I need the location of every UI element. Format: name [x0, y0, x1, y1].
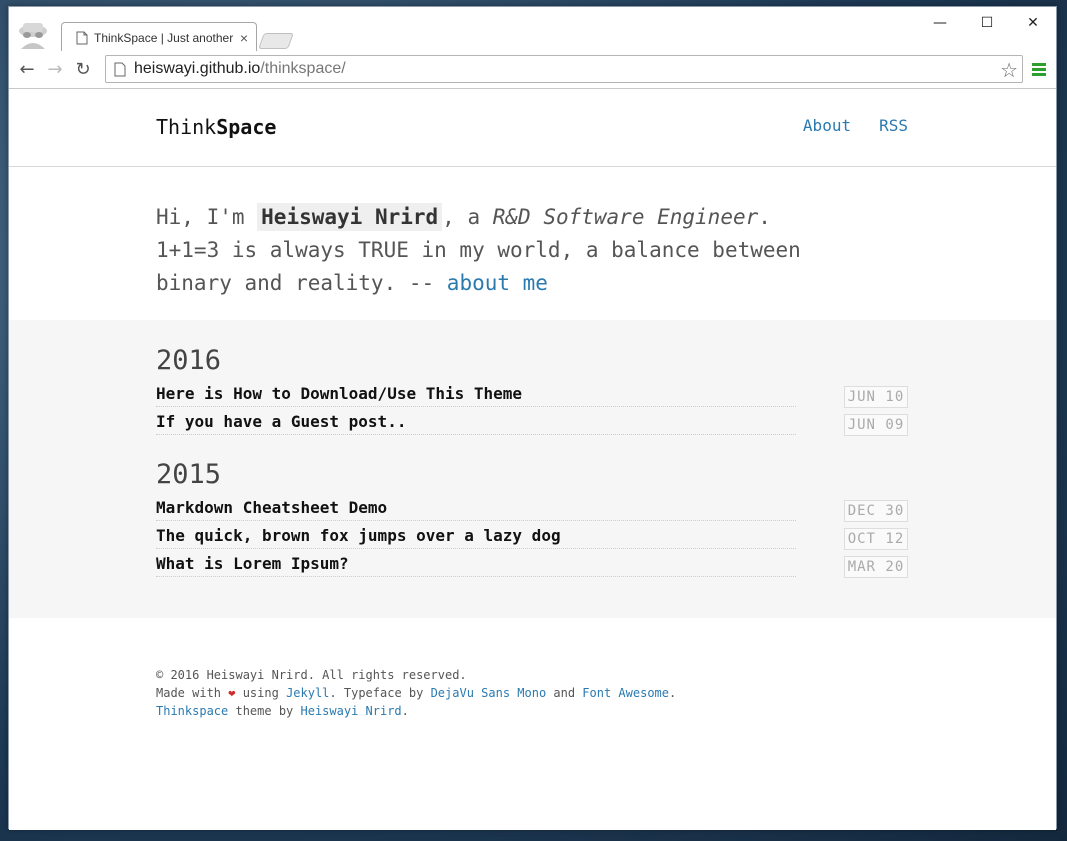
- post-archive: 2016 Here is How to Download/Use This Th…: [9, 320, 1056, 618]
- url-host: heiswayi.github.io: [134, 60, 261, 77]
- post-date: DEC 30: [844, 500, 908, 522]
- site-footer: © 2016 Heiswayi Nrird. All rights reserv…: [9, 618, 1056, 720]
- post-title-link[interactable]: What is Lorem Ipsum?: [156, 554, 796, 577]
- post-date: JUN 10: [844, 386, 908, 408]
- page-icon: [114, 62, 126, 77]
- bookmark-star-icon[interactable]: ☆: [1000, 58, 1018, 83]
- title-bar: ThinkSpace | Just another × — ☐ ✕: [9, 7, 1056, 52]
- minimize-button[interactable]: —: [917, 11, 963, 35]
- year-heading: 2015: [156, 459, 222, 490]
- post-date: OCT 12: [844, 528, 908, 550]
- web-page: ThinkSpace About RSS Hi, I'm Heiswayi Nr…: [9, 90, 1056, 830]
- forward-arrow-icon[interactable]: →: [41, 56, 69, 84]
- author-role: R&D Software Engineer: [492, 205, 759, 229]
- fontawesome-link[interactable]: Font Awesome: [582, 686, 669, 700]
- address-bar[interactable]: heiswayi.github.io/thinkspace/ ☆: [105, 55, 1023, 83]
- post-date: MAR 20: [844, 556, 908, 578]
- post-title-link[interactable]: Here is How to Download/Use This Theme: [156, 384, 796, 407]
- copyright-text: © 2016 Heiswayi Nrird. All rights reserv…: [156, 668, 467, 682]
- nav-about-link[interactable]: About: [803, 116, 851, 135]
- maximize-button[interactable]: ☐: [964, 11, 1010, 35]
- browser-window: ThinkSpace | Just another × — ☐ ✕ ← → ↻ …: [8, 6, 1057, 830]
- jekyll-link[interactable]: Jekyll: [286, 686, 329, 700]
- post-title-link[interactable]: The quick, brown fox jumps over a lazy d…: [156, 526, 796, 549]
- browser-toolbar: ← → ↻ heiswayi.github.io/thinkspace/ ☆: [9, 51, 1056, 89]
- post-title-link[interactable]: If you have a Guest post..: [156, 412, 796, 435]
- page-icon: [76, 31, 88, 44]
- incognito-icon: [19, 23, 47, 49]
- close-window-button[interactable]: ✕: [1010, 11, 1056, 35]
- back-arrow-icon[interactable]: ←: [13, 56, 41, 84]
- menu-icon[interactable]: [1032, 63, 1046, 78]
- site-logo[interactable]: ThinkSpace: [156, 115, 276, 139]
- post-title-link[interactable]: Markdown Cheatsheet Demo: [156, 498, 796, 521]
- post-row: If you have a Guest post.. JUN 09: [156, 408, 908, 436]
- post-row: What is Lorem Ipsum? MAR 20: [156, 550, 908, 578]
- author-name: Heiswayi Nrird: [257, 203, 443, 231]
- year-heading: 2016: [156, 345, 222, 376]
- post-row: Here is How to Download/Use This Theme J…: [156, 380, 908, 408]
- nav-rss-link[interactable]: RSS: [879, 116, 908, 135]
- post-date: JUN 09: [844, 414, 908, 436]
- thinkspace-link[interactable]: Thinkspace: [156, 704, 228, 718]
- browser-tab[interactable]: ThinkSpace | Just another ×: [61, 22, 257, 52]
- new-tab-button[interactable]: [258, 33, 294, 49]
- about-me-link[interactable]: about me: [447, 271, 548, 295]
- url-path: /thinkspace/: [260, 60, 346, 77]
- dejavu-link[interactable]: DejaVu Sans Mono: [431, 686, 547, 700]
- tab-close-icon[interactable]: ×: [240, 30, 248, 46]
- post-row: Markdown Cheatsheet Demo DEC 30: [156, 494, 908, 522]
- post-row: The quick, brown fox jumps over a lazy d…: [156, 522, 908, 550]
- intro-text: Hi, I'm Heiswayi Nrird, a R&D Software E…: [156, 203, 801, 295]
- author-link[interactable]: Heiswayi Nrird: [301, 704, 402, 718]
- site-nav: About RSS: [803, 116, 908, 135]
- site-header: ThinkSpace About RSS: [9, 90, 1056, 167]
- tab-title: ThinkSpace | Just another: [94, 30, 234, 45]
- reload-icon[interactable]: ↻: [69, 56, 97, 84]
